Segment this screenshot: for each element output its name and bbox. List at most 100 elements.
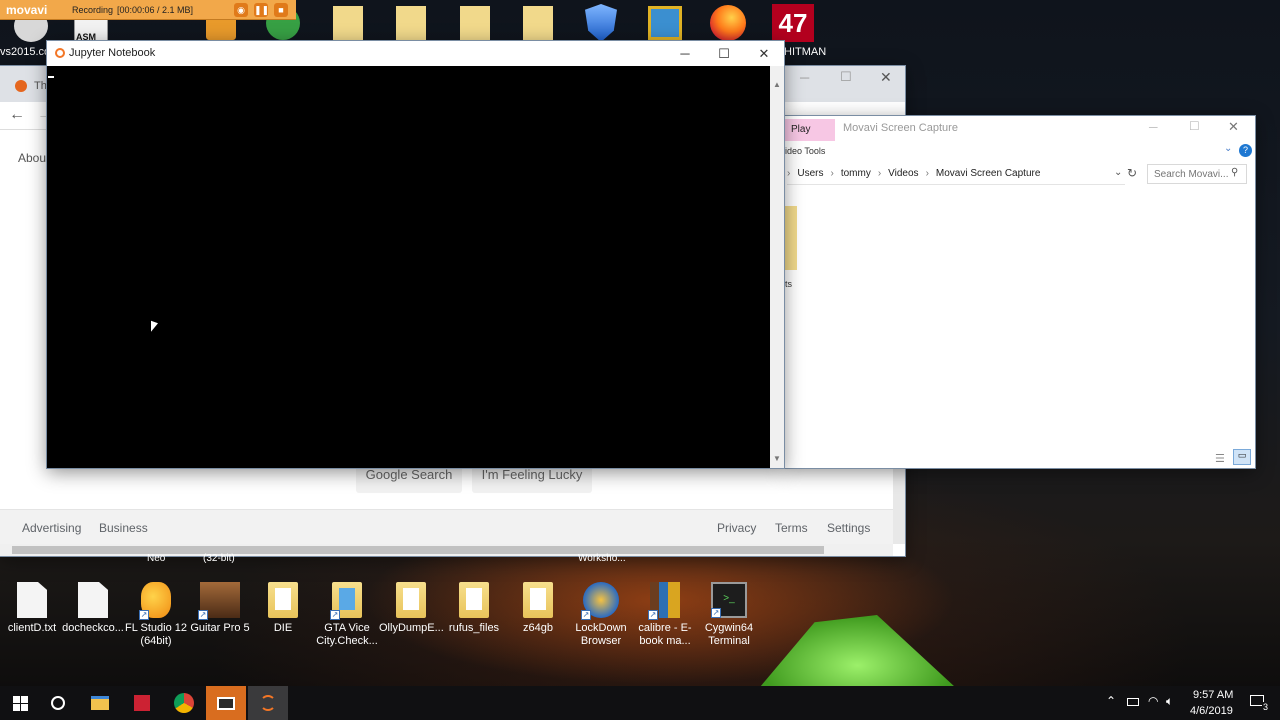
explorer-close-button[interactable]: ✕ xyxy=(1228,119,1239,135)
console-scrollbar[interactable]: ▲ ▼ xyxy=(770,66,784,468)
desktop-icon-label: OllyDumpE... xyxy=(379,622,444,634)
explorer-window[interactable]: Play Movavi Screen Capture ─ ☐ ✕ ideo To… xyxy=(783,116,1255,468)
folder-icon-top-3[interactable] xyxy=(460,6,490,40)
taskbar-store[interactable] xyxy=(122,686,162,720)
jupyter-maximize-button[interactable]: ☐ xyxy=(704,41,744,67)
explorer-ribbon-video-tools[interactable]: ideo Tools xyxy=(785,146,825,156)
folder-thumbnail[interactable] xyxy=(785,206,797,270)
desktop-icon-rufus[interactable]: rufus_files xyxy=(442,582,506,635)
folder-icon-top-1[interactable] xyxy=(333,6,363,40)
chrome-minimize-button[interactable]: ─ xyxy=(800,70,809,85)
screen-recorder-icon xyxy=(217,696,235,710)
address-dropdown-icon[interactable]: ⌄ xyxy=(1114,167,1122,178)
desktop-icon-gtavice[interactable]: ↗ GTA Vice City.Check... xyxy=(315,582,379,648)
breadcrumb-users[interactable]: Users xyxy=(797,168,823,179)
footer-business-link[interactable]: Business xyxy=(99,521,148,535)
breadcrumb-tommy[interactable]: tommy xyxy=(841,168,871,179)
battery-icon[interactable] xyxy=(1127,698,1139,706)
horizontal-scroll-thumb[interactable] xyxy=(12,546,824,554)
desktop-icon-lockdown[interactable]: ↗ LockDown Browser xyxy=(569,582,633,648)
vs2015-label: vs2015.co xyxy=(0,46,51,58)
jupyter-minimize-button[interactable]: ─ xyxy=(665,41,705,67)
virtualbox-icon[interactable] xyxy=(648,6,682,40)
firefox-icon[interactable] xyxy=(710,5,746,41)
terminal-icon: >_ ↗ xyxy=(711,582,747,618)
jupyter-icon xyxy=(260,695,276,711)
desktop-icon-guitarpro[interactable]: ↗ Guitar Pro 5 xyxy=(188,582,252,635)
chrome-vertical-scrollbar[interactable] xyxy=(893,466,905,544)
address-bar[interactable]: › Users › tommy › Videos › Movavi Screen… xyxy=(787,163,1125,185)
hitman-icon[interactable]: 47 xyxy=(772,4,814,42)
explorer-maximize-button[interactable]: ☐ xyxy=(1189,119,1200,133)
jupyter-title: Jupyter Notebook xyxy=(69,47,156,59)
jupyter-titlebar[interactable]: Jupyter Notebook ─ ☐ ✕ xyxy=(47,41,784,66)
explorer-minimize-button[interactable]: ─ xyxy=(1149,120,1158,134)
guitar-pro-icon: ↗ xyxy=(198,582,240,620)
pause-icon[interactable]: ❚❚ xyxy=(254,3,269,17)
recorder-bar[interactable]: movavi Recording [00:00:06 / 2.1 MB] ◉ ❚… xyxy=(0,0,296,20)
desktop-icon-flstudio[interactable]: ↗ FL Studio 12 (64bit) xyxy=(124,582,188,648)
chrome-horizontal-scrollbar[interactable] xyxy=(0,544,893,556)
desktop-icon-label: FL Studio 12 (64bit) xyxy=(125,622,187,647)
mouse-pointer-icon xyxy=(151,320,158,335)
camera-icon[interactable]: ◉ xyxy=(234,3,248,17)
folder-icon-top-4[interactable] xyxy=(523,6,553,40)
ribbon-expand-chevron-icon[interactable]: ⌄ xyxy=(1224,143,1232,154)
taskbar-chrome[interactable] xyxy=(164,686,204,720)
breadcrumb-movavi[interactable]: Movavi Screen Capture xyxy=(936,168,1041,179)
desktop-icon-clientd[interactable]: clientD.txt xyxy=(0,582,64,635)
text-file-icon xyxy=(17,582,47,618)
footer-settings-link[interactable]: Settings xyxy=(827,521,870,535)
cortana-button[interactable] xyxy=(38,686,78,720)
taskbar-jupyter[interactable] xyxy=(248,686,288,720)
recording-time: [00:00:06 / 2.1 MB] xyxy=(117,5,194,15)
footer-privacy-link[interactable]: Privacy xyxy=(717,521,756,535)
desktop-icon-label: rufus_files xyxy=(448,622,500,634)
desktop-icon-cygwin[interactable]: >_ ↗ Cygwin64 Terminal xyxy=(697,582,761,648)
taskbar-file-explorer[interactable] xyxy=(80,686,120,720)
folder-icon-top-2[interactable] xyxy=(396,6,426,40)
folder-icon xyxy=(396,582,426,618)
explorer-title: Movavi Screen Capture xyxy=(843,122,958,134)
shield-icon[interactable] xyxy=(585,4,617,42)
volume-icon[interactable]: 🔈︎ xyxy=(1166,694,1173,709)
desktop-icon-z64gb[interactable]: z64gb xyxy=(506,582,570,635)
scroll-down-icon[interactable]: ▼ xyxy=(773,454,781,463)
start-button[interactable] xyxy=(0,686,40,720)
clock-date[interactable]: 4/6/2019 xyxy=(1190,705,1233,717)
chrome-tab-title[interactable]: Th xyxy=(34,80,47,92)
about-link[interactable]: About xyxy=(18,151,49,165)
large-icons-view-icon[interactable]: ▭ xyxy=(1233,449,1251,465)
breadcrumb-separator-icon: › xyxy=(877,168,882,179)
desktop-icon-ollydump[interactable]: OllyDumpE... xyxy=(379,582,444,635)
explorer-ribbon-play-tab[interactable]: Play xyxy=(783,119,835,141)
wifi-icon[interactable]: ◠ xyxy=(1148,694,1158,708)
footer-advertising-link[interactable]: Advertising xyxy=(22,521,81,535)
lockdown-browser-icon: ↗ xyxy=(581,582,619,620)
cortana-circle-icon xyxy=(51,696,65,710)
chrome-close-button[interactable]: ✕ xyxy=(880,69,892,86)
desktop-icon-docheckco[interactable]: docheckco... xyxy=(61,582,125,635)
footer-terms-link[interactable]: Terms xyxy=(775,521,808,535)
clock-time[interactable]: 9:57 AM xyxy=(1193,689,1233,701)
details-view-icon[interactable]: ☰ xyxy=(1215,452,1225,465)
scroll-up-icon[interactable]: ▲ xyxy=(773,80,781,89)
taskbar-movavi[interactable] xyxy=(206,686,246,720)
chrome-maximize-button[interactable]: ☐ xyxy=(840,69,852,85)
folder-icon xyxy=(268,582,298,618)
jupyter-close-button[interactable]: ✕ xyxy=(744,41,784,67)
jupyter-window[interactable]: Jupyter Notebook ─ ☐ ✕ ▲ ▼ xyxy=(47,41,784,468)
stop-icon[interactable]: ■ xyxy=(274,3,288,17)
desktop-icon-calibre[interactable]: ↗ calibre - E-book ma... xyxy=(633,582,697,648)
desktop-icon-label: z64gb xyxy=(523,622,553,634)
back-arrow-icon[interactable]: ← xyxy=(9,106,25,124)
tray-overflow-chevron-icon[interactable]: ⌃ xyxy=(1106,694,1116,708)
search-icon: ⚲ xyxy=(1231,167,1239,178)
refresh-icon[interactable]: ↻ xyxy=(1127,166,1137,180)
help-icon[interactable]: ? xyxy=(1239,144,1252,157)
desktop-icon-die[interactable]: DIE xyxy=(251,582,315,635)
breadcrumb-videos[interactable]: Videos xyxy=(888,168,918,179)
fl-studio-icon: ↗ xyxy=(139,582,171,620)
file-icon xyxy=(78,582,108,618)
recording-status: Recording xyxy=(72,5,114,15)
